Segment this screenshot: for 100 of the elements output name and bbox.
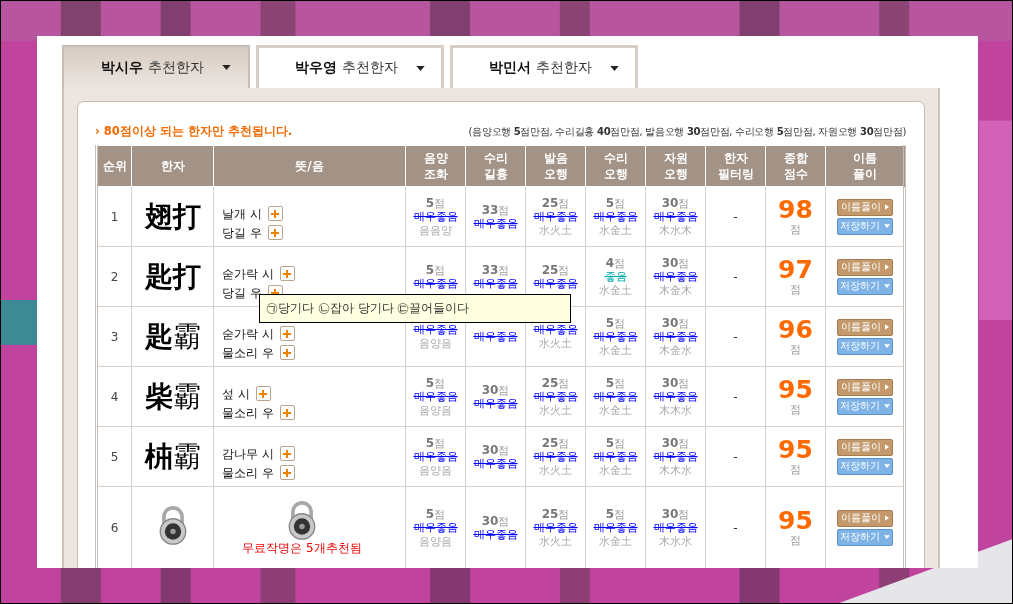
column-header: 한자 bbox=[131, 145, 214, 187]
rank-cell: 3 bbox=[96, 306, 132, 367]
save-button[interactable]: 저장하기 bbox=[836, 457, 893, 475]
detail-text: 水金土 bbox=[598, 463, 633, 478]
plus-icon bbox=[282, 328, 293, 339]
grade-text: 매우좋음 bbox=[412, 520, 459, 535]
column-header: 자원 오행 bbox=[645, 145, 706, 187]
save-button[interactable]: 저장하기 bbox=[836, 397, 893, 415]
score-text: 25점 bbox=[540, 375, 571, 390]
grade-text: 매우좋음 bbox=[472, 276, 519, 291]
max-score-note: (음양오행 5점만점, 수리길흉 40점만점, 발음오행 30점만점, 수리오행 5점만점, 자원오행 30점만점) bbox=[468, 124, 906, 139]
grade-text: 매우좋음 bbox=[412, 276, 459, 291]
hanja-character: 柴 bbox=[144, 379, 173, 413]
save-button[interactable]: 저장하기 bbox=[836, 217, 893, 235]
interpret-button[interactable]: 이름풀이 bbox=[836, 318, 893, 336]
triangle-right-icon bbox=[884, 384, 889, 390]
hanja-character: 打 bbox=[172, 199, 201, 233]
grade-text: 매우좋음 bbox=[652, 389, 699, 404]
meaning-text: 숟가락 시 bbox=[222, 326, 274, 341]
tab[interactable]: 박민서 추천한자 bbox=[450, 45, 638, 88]
detail-text: 木金木 bbox=[658, 283, 693, 298]
filter-text: - bbox=[732, 329, 739, 344]
detail-text: 음양음 bbox=[418, 403, 453, 418]
detail-text: 음양음 bbox=[418, 463, 453, 478]
hanja-character: 翅 bbox=[144, 199, 173, 233]
score-text: 5점 bbox=[604, 195, 627, 210]
triangle-right-icon bbox=[884, 444, 889, 450]
hanja-character: 霸 bbox=[172, 439, 201, 473]
total-score: 98 bbox=[777, 196, 814, 223]
score-text: 30점 bbox=[480, 513, 511, 528]
interpret-button[interactable]: 이름풀이 bbox=[836, 258, 893, 276]
total-score: 97 bbox=[777, 256, 814, 283]
grade-text: 매우좋음 bbox=[652, 209, 699, 224]
grade-text: 매우좋음 bbox=[532, 389, 579, 404]
grade-text: 매우좋음 bbox=[592, 520, 639, 535]
column-header: 순위 bbox=[96, 145, 132, 187]
score-text: 33점 bbox=[480, 202, 511, 217]
detail-text: 木水木 bbox=[658, 223, 693, 238]
detail-text: 水火土 bbox=[538, 223, 573, 238]
save-button[interactable]: 저장하기 bbox=[836, 528, 893, 546]
total-score: 96 bbox=[777, 316, 814, 343]
triangle-right-icon bbox=[884, 515, 889, 521]
interpret-button[interactable]: 이름풀이 bbox=[836, 438, 893, 456]
score-text: 30점 bbox=[660, 435, 691, 450]
detail-text: 水金土 bbox=[598, 343, 633, 358]
caret-icon bbox=[883, 284, 890, 288]
meaning-text: 당길 우 bbox=[222, 225, 262, 240]
score-text: 5점 bbox=[604, 375, 627, 390]
plus-icon bbox=[258, 388, 269, 399]
grade-text: 매우좋음 bbox=[472, 216, 519, 231]
meaning-text: 물소리 우 bbox=[222, 345, 274, 360]
rank-cell: 2 bbox=[96, 246, 132, 307]
detail-text: 水金土 bbox=[598, 403, 633, 418]
column-header: 수리 오행 bbox=[585, 145, 646, 187]
caret-icon bbox=[883, 344, 890, 348]
tab[interactable]: 박시우 추천한자 bbox=[62, 45, 250, 88]
plus-icon bbox=[282, 448, 293, 459]
filter-text: - bbox=[732, 209, 739, 224]
triangle-right-icon bbox=[884, 204, 889, 210]
total-score: 95 bbox=[777, 507, 814, 534]
grade-text: 매우좋음 bbox=[652, 520, 699, 535]
triangle-right-icon bbox=[884, 324, 889, 330]
column-header: 종합 점수 bbox=[765, 145, 826, 187]
grade-text: 매우좋음 bbox=[532, 276, 579, 291]
caret-icon bbox=[415, 65, 425, 71]
column-header: 뜻/음 bbox=[213, 145, 406, 187]
grade-text: 매우좋음 bbox=[652, 269, 699, 284]
unit-text: 점 bbox=[789, 402, 802, 417]
caret-icon bbox=[221, 65, 231, 70]
hanja-character: 霸 bbox=[172, 379, 201, 413]
interpret-button[interactable]: 이름풀이 bbox=[836, 509, 893, 527]
filter-text: - bbox=[732, 269, 739, 284]
meaning-text: 당길 우 bbox=[222, 285, 262, 300]
grade-text: 매우좋음 bbox=[592, 389, 639, 404]
meaning-text: 물소리 우 bbox=[222, 465, 274, 480]
rank-cell: 4 bbox=[96, 366, 132, 427]
score-text: 30점 bbox=[660, 255, 691, 270]
caret-icon bbox=[883, 464, 890, 468]
grade-text: 매우좋음 bbox=[472, 396, 519, 411]
score-text: 30점 bbox=[660, 195, 691, 210]
hanja-character: 霸 bbox=[172, 319, 201, 353]
meaning-text: 섶 시 bbox=[222, 386, 250, 401]
plus-icon bbox=[282, 407, 293, 418]
tab[interactable]: 박우영 추천한자 bbox=[256, 45, 444, 88]
score-text: 5점 bbox=[424, 435, 447, 450]
interpret-button[interactable]: 이름풀이 bbox=[836, 198, 893, 216]
caret-icon bbox=[609, 65, 619, 71]
grade-text: 매우좋음 bbox=[412, 449, 459, 464]
hanja-character: 匙 bbox=[144, 319, 173, 353]
column-header: 발음 오행 bbox=[525, 145, 586, 187]
grade-text: 매우좋음 bbox=[532, 322, 579, 337]
plus-icon bbox=[270, 208, 281, 219]
score-text: 5점 bbox=[604, 506, 627, 521]
score-text: 5점 bbox=[604, 435, 627, 450]
interpret-button[interactable]: 이름풀이 bbox=[836, 378, 893, 396]
save-button[interactable]: 저장하기 bbox=[836, 337, 893, 355]
detail-text: 水火土 bbox=[538, 336, 573, 351]
unit-text: 점 bbox=[789, 282, 802, 297]
score-text: 30점 bbox=[660, 506, 691, 521]
save-button[interactable]: 저장하기 bbox=[836, 277, 893, 295]
